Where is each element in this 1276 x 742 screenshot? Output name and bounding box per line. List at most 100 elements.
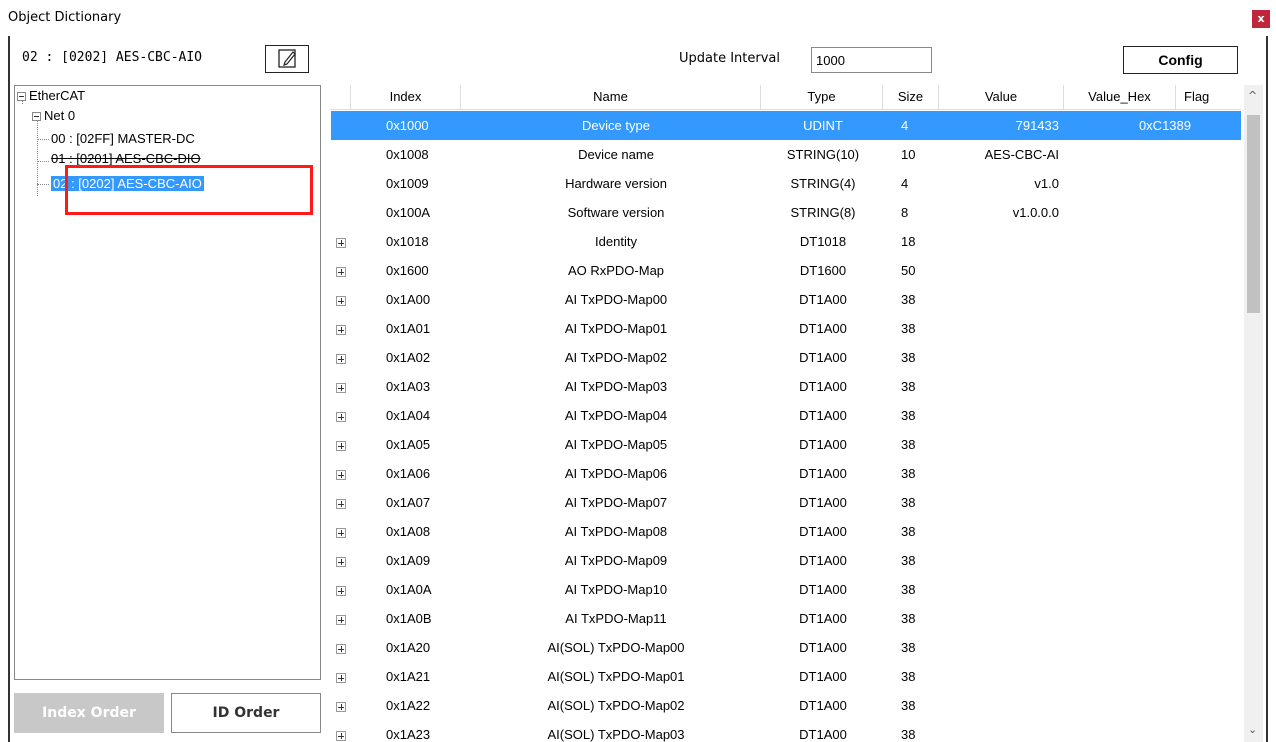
cell-value-hex <box>1121 169 1191 198</box>
close-button[interactable]: x <box>1252 10 1270 28</box>
expand-icon[interactable] <box>336 672 346 683</box>
table-row[interactable]: 0x1A09 AI TxPDO-Map09 DT1A00 38 <box>331 546 1241 575</box>
table-row[interactable]: 0x1A02 AI TxPDO-Map02 DT1A00 38 <box>331 343 1241 372</box>
tree-line <box>37 161 49 162</box>
cell-name: AI TxPDO-Map09 <box>564 553 668 568</box>
cell-index: 0x1A07 <box>386 495 431 510</box>
expand-icon[interactable] <box>336 353 346 364</box>
cell-name: AI(SOL) TxPDO-Map00 <box>547 640 685 655</box>
expand-icon[interactable] <box>336 498 346 509</box>
expand-icon[interactable] <box>336 469 346 480</box>
row-expand-cell <box>336 459 350 488</box>
window-title: Object Dictionary <box>8 10 122 25</box>
row-expand-cell <box>336 430 350 459</box>
tree-node-label: 01 : [0201] AES-CBC-DIO <box>51 151 201 166</box>
cell-type: STRING(4) <box>790 176 856 191</box>
cell-name: AI TxPDO-Map02 <box>564 350 668 365</box>
cell-value: v1.0 <box>1034 176 1059 191</box>
expand-icon[interactable] <box>336 701 346 712</box>
table-row[interactable]: 0x1A22 AI(SOL) TxPDO-Map02 DT1A00 38 <box>331 691 1241 720</box>
table-row[interactable]: 0x1A08 AI TxPDO-Map08 DT1A00 38 <box>331 517 1241 546</box>
object-table[interactable]: Index Name Type Size Value Value_Hex Fla… <box>331 85 1241 742</box>
cell-size: 4 <box>901 176 909 191</box>
table-row[interactable]: 0x1A04 AI TxPDO-Map04 DT1A00 38 <box>331 401 1241 430</box>
vertical-scrollbar[interactable]: ^ ⌄ <box>1244 85 1263 742</box>
table-row[interactable]: 0x1A21 AI(SOL) TxPDO-Map01 DT1A00 38 <box>331 662 1241 691</box>
expand-icon[interactable] <box>336 643 346 654</box>
cell-name: AI TxPDO-Map04 <box>564 408 668 423</box>
config-button[interactable]: Config <box>1123 46 1238 74</box>
column-header-type[interactable]: Type <box>761 85 883 110</box>
index-order-button[interactable]: Index Order <box>14 693 164 733</box>
table-row[interactable]: 0x1A07 AI TxPDO-Map07 DT1A00 38 <box>331 488 1241 517</box>
table-row[interactable]: 0x100A Software version STRING(8) 8 v1.0.0.0 <box>331 198 1241 227</box>
column-header-index[interactable]: Index <box>351 85 461 110</box>
table-row[interactable]: 0x1009 Hardware version STRING(4) 4 v1.0 <box>331 169 1241 198</box>
expand-icon[interactable] <box>336 614 346 625</box>
table-row[interactable]: 0x1A00 AI TxPDO-Map00 DT1A00 38 <box>331 285 1241 314</box>
column-header-flag[interactable]: Flag <box>1176 85 1241 110</box>
tree-node-master[interactable]: 00 : [02FF] MASTER-DC <box>51 129 195 149</box>
cell-value <box>929 604 1059 633</box>
expand-icon[interactable] <box>336 324 346 335</box>
expand-icon[interactable] <box>336 411 346 422</box>
cell-index: 0x1000 <box>386 118 429 133</box>
column-header-value[interactable]: Value <box>939 85 1064 110</box>
table-row[interactable]: 0x1000 Device type UDINT 4 791433 0xC1389 <box>331 111 1241 140</box>
update-interval-input[interactable] <box>811 47 932 73</box>
table-row[interactable]: 0x1A20 AI(SOL) TxPDO-Map00 DT1A00 38 <box>331 633 1241 662</box>
expand-icon[interactable] <box>336 556 346 567</box>
collapse-icon[interactable] <box>32 112 41 122</box>
table-row[interactable]: 0x1A01 AI TxPDO-Map01 DT1A00 38 <box>331 314 1241 343</box>
edit-button[interactable] <box>265 45 309 73</box>
column-header-name[interactable]: Name <box>461 85 761 110</box>
column-header-value-hex[interactable]: Value_Hex <box>1064 85 1176 110</box>
cell-value-hex: 0xC1389 <box>1138 118 1191 133</box>
scroll-up-icon[interactable]: ^ <box>1248 89 1257 102</box>
cell-size: 38 <box>901 379 916 394</box>
expand-icon[interactable] <box>336 527 346 538</box>
expand-icon[interactable] <box>336 585 346 596</box>
expand-icon[interactable] <box>336 295 346 306</box>
expand-icon[interactable] <box>336 266 346 277</box>
cell-name: AI TxPDO-Map07 <box>564 495 668 510</box>
cell-type: DT1A00 <box>799 495 847 510</box>
table-row[interactable]: 0x1018 Identity DT1018 18 <box>331 227 1241 256</box>
expand-icon[interactable] <box>336 382 346 393</box>
row-expand-cell <box>336 343 350 372</box>
expand-icon[interactable] <box>336 237 346 248</box>
cell-name: Hardware version <box>565 176 667 191</box>
table-row[interactable]: 0x1A23 AI(SOL) TxPDO-Map03 DT1A00 38 <box>331 720 1241 742</box>
row-expand-cell <box>336 720 350 742</box>
expand-icon[interactable] <box>336 730 346 741</box>
tree-node-net0[interactable]: Net 0 <box>32 106 75 126</box>
table-row[interactable]: 0x1A0A AI TxPDO-Map10 DT1A00 38 <box>331 575 1241 604</box>
cell-size: 38 <box>901 669 916 684</box>
id-order-button[interactable]: ID Order <box>171 693 321 733</box>
table-row[interactable]: 0x1A03 AI TxPDO-Map03 DT1A00 38 <box>331 372 1241 401</box>
tree-node-ethercat[interactable]: EtherCAT <box>17 86 85 106</box>
cell-value-hex <box>1121 546 1191 575</box>
row-expand-cell <box>336 169 350 198</box>
cell-type: DT1A00 <box>799 640 847 655</box>
cell-type: DT1A00 <box>799 698 847 713</box>
table-row[interactable]: 0x1A0B AI TxPDO-Map11 DT1A00 38 <box>331 604 1241 633</box>
table-row[interactable]: 0x1600 AO RxPDO-Map DT1600 50 <box>331 256 1241 285</box>
column-header-size[interactable]: Size <box>883 85 939 110</box>
cell-value-hex <box>1121 430 1191 459</box>
table-row[interactable]: 0x1A06 AI TxPDO-Map06 DT1A00 38 <box>331 459 1241 488</box>
table-row[interactable]: 0x1A05 AI TxPDO-Map05 DT1A00 38 <box>331 430 1241 459</box>
cell-value-hex <box>1121 198 1191 227</box>
scroll-down-icon[interactable]: ⌄ <box>1248 723 1257 736</box>
cell-size: 38 <box>901 495 916 510</box>
cell-value <box>929 662 1059 691</box>
cell-name: Software version <box>567 205 665 220</box>
cell-name: AI TxPDO-Map11 <box>565 611 667 626</box>
table-row[interactable]: 0x1008 Device name STRING(10) 10 AES-CBC-AI <box>331 140 1241 169</box>
scroll-thumb[interactable] <box>1247 115 1260 313</box>
cell-value: 791433 <box>1015 118 1059 133</box>
collapse-icon[interactable] <box>17 92 26 102</box>
expand-icon[interactable] <box>336 440 346 451</box>
cell-type: DT1A00 <box>799 437 847 452</box>
tree-line <box>37 139 49 140</box>
